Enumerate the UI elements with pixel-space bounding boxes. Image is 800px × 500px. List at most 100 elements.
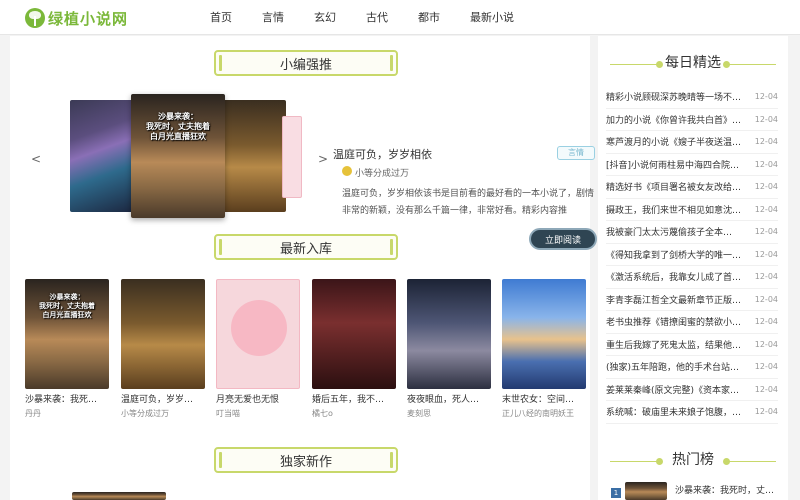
section-title-latest: 最新入库	[214, 234, 398, 260]
list-item-title[interactable]: 老书虫推荐《错撩闺蜜的禁欲小…	[606, 315, 746, 328]
book-cover[interactable]	[407, 279, 491, 389]
nav-fantasy[interactable]: 玄幻	[314, 0, 336, 35]
list-item[interactable]: 精选好书《项目署名被女友改给… 12-04	[606, 176, 778, 199]
list-item-title[interactable]: 《得知我拿到了剑桥大学的唯一…	[606, 248, 746, 261]
list-item-date: 12-04	[754, 249, 778, 259]
list-item[interactable]: 我被豪门太太污蔑偷孩子全本… 12-04	[606, 221, 778, 244]
list-item-title[interactable]: 精选好书《项目署名被女友改给…	[606, 180, 746, 193]
list-item[interactable]: 寒芦渡月的小说《嫂子半夜送温… 12-04	[606, 131, 778, 154]
nav-home[interactable]: 首页	[210, 0, 232, 35]
daily-picks-title: 每日精选	[665, 55, 721, 71]
book-cover[interactable]: 沙暴来袭： 我死时，丈夫抱着 白月光直播狂欢	[25, 279, 109, 389]
section-title-editor: 小编强推	[214, 50, 398, 76]
site-logo[interactable]: 绿植小说网	[25, 7, 128, 29]
book-card[interactable]: 末世农女：空间… 正儿八经的南明妖王	[502, 279, 586, 419]
carousel-cover-far-right[interactable]	[282, 116, 302, 198]
list-item-date: 12-04	[754, 137, 778, 147]
nav-ancient[interactable]: 古代	[366, 0, 388, 35]
carousel-cover-center[interactable]: 沙暴来袭： 我死时，丈夫抱着 白月光直播狂欢	[131, 94, 225, 218]
list-item[interactable]: 精彩小说顾砚深苏晚晴等一场不… 12-04	[606, 86, 778, 109]
nav-romance[interactable]: 言情	[262, 0, 284, 35]
list-item[interactable]: 加力的小说《你曾许我共白首》… 12-04	[606, 109, 778, 131]
list-item[interactable]: 重生后我嫁了死鬼太监，结果他… 12-04	[606, 334, 778, 356]
book-title[interactable]: 沙暴来袭：我死…	[25, 392, 109, 405]
top-header: 绿植小说网 首页 言情 玄幻 古代 都市 最新小说	[0, 0, 800, 35]
read-now-button[interactable]: 立即阅读	[529, 228, 597, 250]
featured-description: 温庭可负，岁岁相依该书是目前看的最好看的一本小说了，剧情非常的新颖，没有那么千篇…	[342, 189, 595, 216]
section-title-exclusive: 独家新作	[214, 447, 398, 473]
list-item-title[interactable]: 姜莱莱秦峰(原文完整)《资本家…	[606, 383, 746, 396]
featured-author: 小等分成过万	[355, 169, 410, 179]
list-item-title[interactable]: 摄政王，我们来世不相见如意沈…	[606, 203, 746, 216]
list-item[interactable]: [抖音]小说何雨柱易中海四合院… 12-04	[606, 154, 778, 176]
book-cover[interactable]	[216, 279, 300, 389]
list-item[interactable]: 《得知我拿到了剑桥大学的唯一… 12-04	[606, 244, 778, 266]
list-item-date: 12-04	[754, 407, 778, 417]
list-item[interactable]: 系统喊：破庙里未来娘子饱腹，… 12-04	[606, 401, 778, 424]
book-author: 叮当喵	[216, 409, 240, 418]
book-author: 橘七o	[312, 409, 333, 418]
book-title[interactable]: 夜夜眼血，死人…	[407, 392, 491, 405]
book-card[interactable]: 婚后五年，我不… 橘七o	[312, 279, 396, 419]
list-item-date: 12-04	[754, 272, 778, 282]
moon-shape	[231, 300, 287, 356]
list-item-title[interactable]: 寒芦渡月的小说《嫂子半夜送温…	[606, 135, 746, 148]
list-item-date: 12-04	[754, 92, 778, 102]
list-item-title[interactable]: (独家)五年陪跑，他的手术台站…	[606, 360, 746, 373]
main-nav: 首页 言情 玄幻 古代 都市 最新小说	[210, 0, 514, 35]
list-item-date: 12-04	[754, 204, 778, 214]
list-item-title[interactable]: 《激活系统后，我靠女儿成了首…	[606, 270, 746, 283]
list-item-title[interactable]: 李青李磊江哲全文最新章节正版…	[606, 293, 746, 306]
list-item-title[interactable]: 我被豪门太太污蔑偷孩子全本…	[606, 225, 746, 238]
book-cover[interactable]	[121, 279, 205, 389]
book-cover-text: 沙暴来袭： 我死时，丈夫抱着 白月光直播狂欢	[39, 293, 95, 319]
list-item[interactable]: 老书虫推荐《错撩闺蜜的禁欲小… 12-04	[606, 311, 778, 334]
daily-picks-list: 精彩小说顾砚深苏晚晴等一场不… 12-04 加力的小说《你曾许我共白首》… 12-0…	[606, 86, 778, 424]
list-item[interactable]: 姜莱莱秦峰(原文完整)《资本家… 12-04	[606, 379, 778, 401]
list-item-title[interactable]: 系统喊：破庙里未来娘子饱腹，…	[606, 405, 746, 418]
book-cover[interactable]	[312, 279, 396, 389]
book-title[interactable]: 婚后五年，我不…	[312, 392, 396, 405]
title-ornament-right	[728, 64, 776, 65]
list-item-title[interactable]: 精彩小说顾砚深苏晚晴等一场不…	[606, 90, 746, 103]
carousel-cover-text: 沙暴来袭： 我死时，丈夫抱着 白月光直播狂欢	[146, 112, 210, 141]
list-item[interactable]: 摄政王，我们来世不相见如意沈… 12-04	[606, 199, 778, 221]
list-item-title[interactable]: 加力的小说《你曾许我共白首》…	[606, 113, 746, 126]
carousel-prev-button[interactable]: <	[31, 152, 41, 166]
book-card[interactable]: 夜夜眼血，死人… 麦刻思	[407, 279, 491, 419]
book-author: 麦刻思	[407, 409, 431, 418]
nav-new-novels[interactable]: 最新小说	[470, 0, 514, 35]
book-card[interactable]: 月亮无爱也无恨 叮当喵	[216, 279, 300, 419]
nav-urban[interactable]: 都市	[418, 0, 440, 35]
carousel-cover-left[interactable]	[70, 100, 134, 212]
featured-title[interactable]: 温庭可负，岁岁相依	[333, 146, 432, 162]
list-item-date: 12-04	[754, 159, 778, 169]
list-item-date: 12-04	[754, 182, 778, 192]
book-title[interactable]: 末世农女：空间…	[502, 392, 586, 405]
list-item[interactable]: 《激活系统后，我靠女儿成了首… 12-04	[606, 266, 778, 289]
featured-genre-tag: 言情	[557, 146, 595, 160]
exclusive-cover[interactable]	[72, 492, 166, 500]
hot-list-title: 热门榜	[672, 452, 714, 468]
list-item-date: 12-04	[754, 339, 778, 349]
book-author: 小等分成过万	[121, 409, 169, 418]
book-author: 正儿八经的南明妖王	[502, 409, 574, 418]
book-title[interactable]: 温庭可负，岁岁…	[121, 392, 205, 405]
carousel-cover-right[interactable]	[222, 100, 286, 212]
list-item[interactable]: 李青李磊江哲全文最新章节正版… 12-04	[606, 289, 778, 311]
book-title[interactable]: 月亮无爱也无恨	[216, 392, 300, 405]
list-item-date: 12-04	[754, 362, 778, 372]
logo-text: 绿植小说网	[48, 9, 129, 28]
author-icon	[342, 166, 352, 176]
list-item-title[interactable]: 重生后我嫁了死鬼太监，结果他…	[606, 338, 746, 351]
book-card[interactable]: 沙暴来袭： 我死时，丈夫抱着 白月光直播狂欢 沙暴来袭：我死… 丹丹	[25, 279, 109, 419]
book-card[interactable]: 温庭可负，岁岁… 小等分成过万	[121, 279, 205, 419]
book-author: 丹丹	[25, 409, 41, 418]
list-item-title[interactable]: [抖音]小说何雨柱易中海四合院…	[606, 158, 746, 171]
list-item-date: 12-04	[754, 114, 778, 124]
hot-book-cover[interactable]	[625, 482, 667, 500]
carousel-next-button[interactable]: >	[318, 152, 328, 166]
hot-book-title[interactable]: 沙暴来袭：我死时，丈…	[675, 483, 785, 496]
list-item[interactable]: (独家)五年陪跑，他的手术台站… 12-04	[606, 356, 778, 379]
book-cover[interactable]	[502, 279, 586, 389]
